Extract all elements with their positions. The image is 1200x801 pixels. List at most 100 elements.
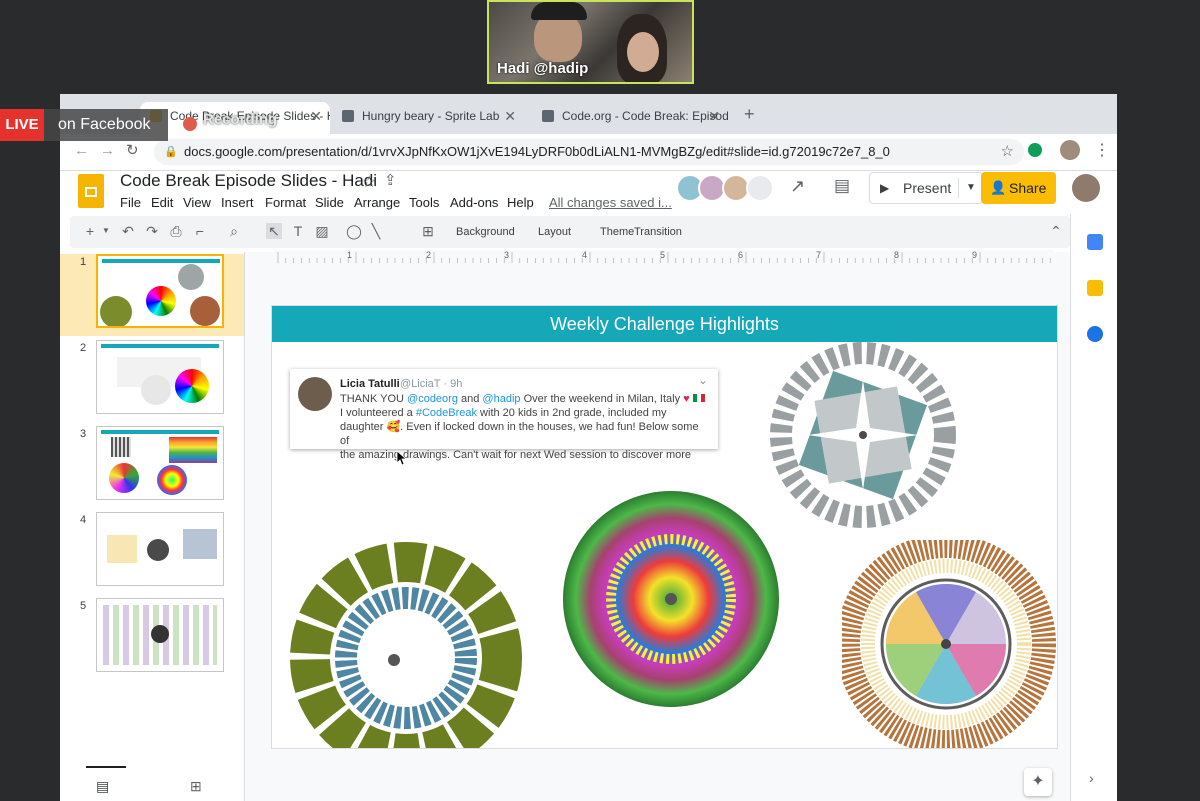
ruler-mark: 9 [972,250,978,260]
ruler-mark: 4 [582,250,588,260]
activity-dashboard-icon[interactable]: ↗ [790,176,805,197]
ruler-mark: 8 [894,250,900,260]
menu-arrange[interactable]: Arrange [354,195,400,210]
image-icon[interactable]: ▨ [314,223,330,239]
share-button[interactable]: 👤 Share [981,172,1056,204]
menu-help[interactable]: Help [507,195,534,210]
slide-thumbnail-4[interactable] [96,512,224,586]
tab-label: Code.org - Code Break: Episode [562,109,728,123]
grid-view-icon[interactable]: ▤ [96,778,109,795]
document-title[interactable]: Code Break Episode Slides - Hadi [120,171,377,191]
menu-file[interactable]: File [120,195,141,210]
print-icon[interactable]: ⎙ [168,223,184,239]
tasks-icon[interactable] [1087,326,1103,342]
list-view-icon[interactable]: ⊞ [190,778,202,795]
extension-icon[interactable] [1028,143,1042,157]
undo-icon[interactable]: ↶ [120,223,136,239]
slide-number: 1 [80,256,87,268]
text-box-icon[interactable]: T [290,223,306,239]
expand-panel-icon[interactable]: › [1089,770,1094,786]
participant-video: Hadi @hadip [487,0,694,84]
chrome-menu-icon[interactable]: ⋮ [1094,140,1110,160]
keep-icon[interactable] [1087,280,1103,296]
artwork-rainbow-mandala [563,491,779,707]
slide-thumbnail-1[interactable] [96,254,224,328]
live-badge: LIVE [0,109,44,141]
slides-logo-icon[interactable] [78,174,104,208]
url-text: docs.google.com/presentation/d/1vrvXJpNf… [184,144,890,159]
more-collaborators-icon[interactable] [746,174,774,202]
ruler-mark: 1 [347,250,353,260]
star-icon[interactable]: ☆ [362,172,376,192]
menu-addons[interactable]: Add-ons [450,195,498,210]
heart-icon: ♥ [683,393,690,405]
italy-flag-icon [692,394,705,402]
comment-add-icon[interactable]: ⊞ [420,223,436,239]
codeorg-favicon-icon [542,110,554,122]
participant-name: Hadi @hadip [497,60,589,77]
layout-button[interactable]: Layout [538,216,571,248]
slide-thumbnail-2[interactable] [96,340,224,414]
menu-view[interactable]: View [183,195,211,210]
editing-toolbar: + ▼ ↶ ↷ ⎙ ⌐ ⌕ ↖ T ▨ ◯ ╲ ⊞ Background Lay… [70,216,1070,248]
present-icon: ▶ [880,181,890,195]
close-tab-icon[interactable]: ✕ [310,102,322,130]
profile-avatar[interactable] [1060,140,1080,160]
transition-button[interactable]: Transition [634,216,682,248]
tab-sprite-lab[interactable]: Hungry beary - Sprite Lab ✕ [332,102,524,134]
redo-icon[interactable]: ↷ [144,223,160,239]
slide-thumbnail-3[interactable] [96,426,224,500]
zoom-icon[interactable]: ⌕ [226,223,242,239]
artwork-grey-mandala [770,342,956,528]
share-label: Share [1009,180,1047,196]
current-slide[interactable]: Weekly Challenge Highlights Licia Tatull… [272,306,1057,748]
close-tab-icon[interactable]: ✕ [504,102,516,130]
embedded-tweet[interactable]: Licia Tatulli @LiciaT · 9h ⌄ THANK YOU @… [290,369,718,461]
ruler-mark: 6 [738,250,744,260]
select-icon[interactable]: ↖ [266,223,282,239]
codeorg-favicon-icon [342,110,354,122]
menu-format[interactable]: Format [265,195,306,210]
reload-icon[interactable]: ↻ [126,141,139,159]
calendar-icon[interactable] [1087,234,1103,250]
artwork-frog-ring [290,542,522,748]
live-platform: on Facebook [44,109,168,141]
tweet-avatar [298,377,332,411]
tweet-menu-icon: ⌄ [697,373,708,387]
collapse-toolbar-icon[interactable]: ⌃ [1048,223,1064,239]
menu-insert[interactable]: Insert [221,195,254,210]
new-tab-button[interactable]: + [744,104,755,125]
tab-codeorg[interactable]: Code.org - Code Break: Episode ✕ [532,102,728,134]
explore-icon[interactable]: ✦ [1024,768,1052,796]
shape-icon[interactable]: ◯ [346,223,362,239]
menu-tools[interactable]: Tools [409,195,439,210]
bookmark-star-icon[interactable]: ☆ [1001,139,1014,165]
background-button[interactable]: Background [456,216,515,248]
tweet-author: Licia Tatulli [340,378,400,390]
menu-slide[interactable]: Slide [315,195,344,210]
theme-button[interactable]: Theme [600,216,634,248]
comment-history-icon[interactable]: ▤ [834,176,850,196]
menu-edit[interactable]: Edit [151,195,173,210]
new-slide-icon[interactable]: + [82,223,98,239]
url-field[interactable]: 🔒 docs.google.com/presentation/d/1vrvXJp… [154,139,1024,165]
line-icon[interactable]: ╲ [368,223,384,239]
close-tab-icon[interactable]: ✕ [708,102,720,130]
lock-icon: 🔒 [164,146,178,158]
present-dropdown-icon[interactable]: ▼ [958,178,983,198]
ruler-mark: 3 [504,250,510,260]
new-slide-dropdown-icon[interactable]: ▼ [98,223,114,239]
account-avatar[interactable] [1072,174,1100,202]
slide-thumbnail-5[interactable] [96,598,224,672]
mouse-cursor-icon [396,450,408,466]
side-panel: › [1070,214,1117,801]
slide-filmstrip: 1 2 3 4 5 ▤ ⊞ [60,252,245,801]
slide-title[interactable]: Weekly Challenge Highlights [272,306,1057,342]
forward-icon[interactable]: → [100,142,115,159]
back-icon[interactable]: ← [74,142,89,159]
move-to-drive-icon[interactable]: ⇪ [384,171,397,189]
recording-dot-icon [183,117,197,131]
save-status[interactable]: All changes saved i... [549,195,672,210]
slide-number: 5 [80,600,87,612]
paint-format-icon[interactable]: ⌐ [192,223,208,239]
